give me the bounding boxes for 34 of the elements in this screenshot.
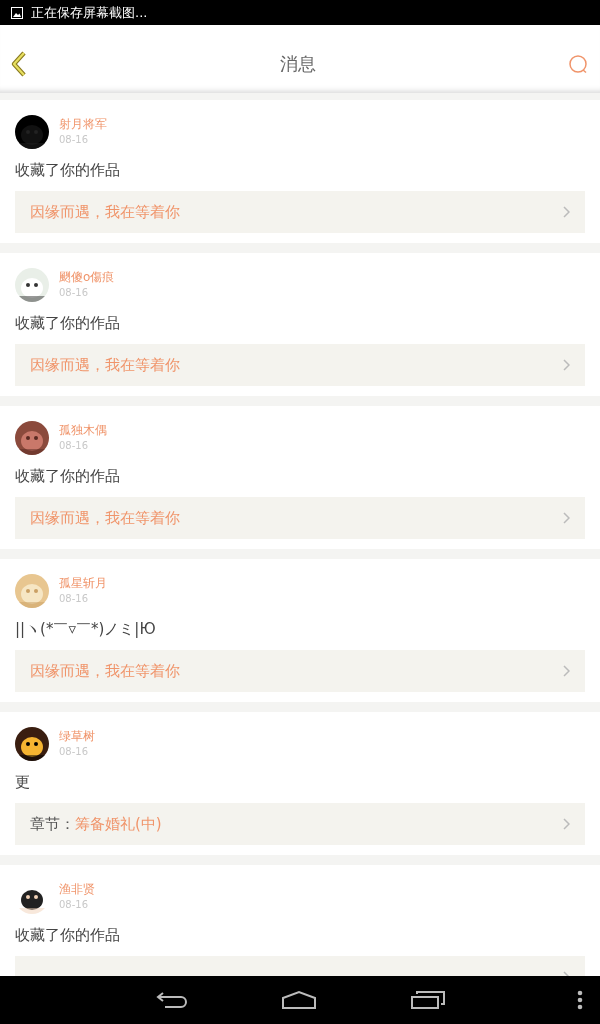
message-text: ||ヽ(*￣▿￣*)ノミ|Ю	[15, 619, 157, 640]
message-text: 收藏了你的作品	[15, 466, 121, 487]
recent-apps-button[interactable]	[411, 990, 445, 1010]
message-text: 更	[15, 772, 31, 793]
user-name: 射月将军	[59, 116, 107, 132]
image-icon	[11, 6, 23, 19]
status-text: 正在保存屏幕截图...	[31, 3, 148, 22]
chevron-icon	[563, 359, 570, 371]
work-link[interactable]: 因缘而遇，我在等着你	[15, 650, 585, 692]
work-title: 因缘而遇，我在等着你	[30, 661, 180, 681]
message-text: 收藏了你的作品	[15, 160, 121, 181]
page-title: 消息	[280, 51, 316, 76]
user-name: 渔非贤	[59, 881, 95, 897]
work-link[interactable]: 章节：筹备婚礼(中)	[15, 803, 585, 845]
work-title: 因缘而遇，我在等着你	[30, 508, 180, 528]
user-name: 孤独木偶	[59, 422, 107, 438]
user-name: 颲傻o傷痕	[59, 269, 115, 285]
home-button[interactable]	[281, 990, 317, 1010]
chevron-icon	[563, 206, 570, 218]
chevron-icon	[563, 818, 570, 830]
message-text: 收藏了你的作品	[15, 925, 121, 946]
chapter-title: 章节：筹备婚礼(中)	[30, 814, 162, 834]
user-name: 绿草树	[59, 728, 95, 744]
work-title: 因缘而遇，我在等着你	[30, 355, 180, 375]
chevron-icon	[563, 512, 570, 524]
back-button[interactable]	[155, 990, 189, 1010]
user-name: 孤星斩月	[59, 575, 107, 591]
work-link[interactable]: 因缘而遇，我在等着你	[15, 191, 585, 233]
message-text: 收藏了你的作品	[15, 313, 121, 334]
work-link[interactable]: 因缘而遇，我在等着你	[15, 497, 585, 539]
chevron-icon	[563, 665, 570, 677]
work-link[interactable]: 因缘而遇，我在等着你	[15, 344, 585, 386]
work-title: 因缘而遇，我在等着你	[30, 202, 180, 222]
menu-button[interactable]	[577, 990, 583, 1010]
